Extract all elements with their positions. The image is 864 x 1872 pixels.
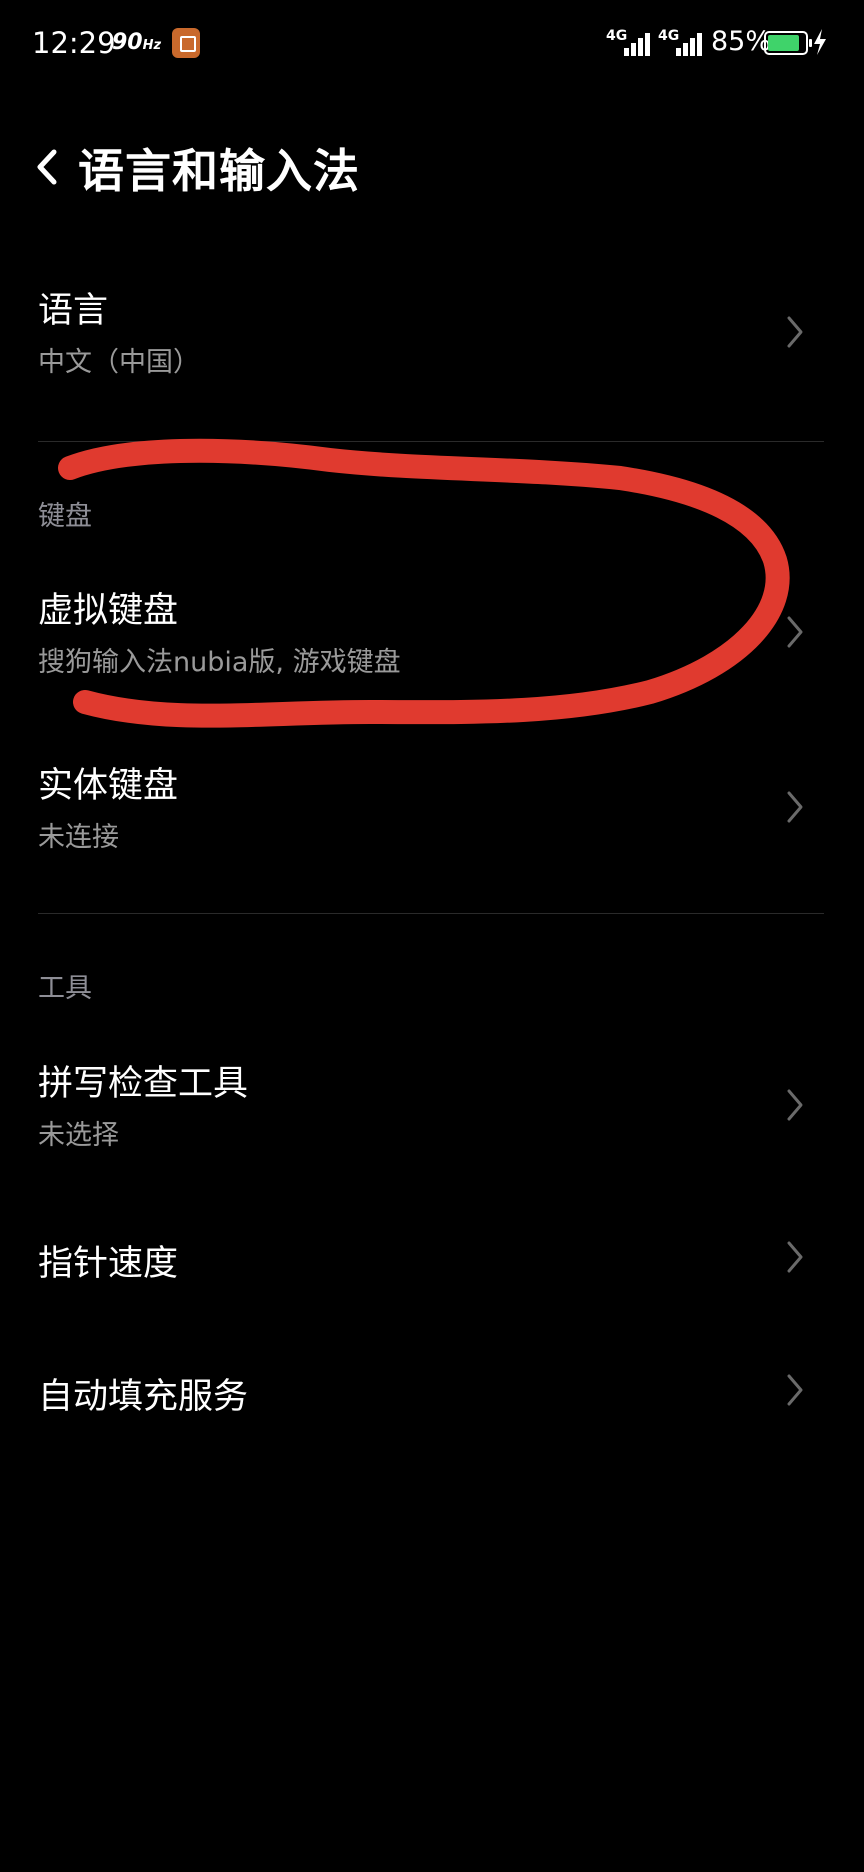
- status-bar: 12:29 90Hz 4G 4G 85%: [0, 0, 864, 90]
- language-title: 语言: [38, 291, 109, 331]
- section-label-keyboard: 键盘: [38, 501, 92, 532]
- virtual-keyboard-item[interactable]: 虚拟键盘 搜狗输入法nubia版, 游戏键盘: [0, 570, 864, 700]
- back-arrow-icon[interactable]: [30, 142, 70, 192]
- battery-percent: 85%: [711, 26, 772, 57]
- gallery-notification-icon: [172, 28, 200, 58]
- chevron-right-icon: [787, 791, 803, 823]
- virtual-keyboard-title: 虚拟键盘: [38, 591, 179, 631]
- divider: [38, 441, 824, 442]
- divider: [38, 913, 824, 914]
- chevron-right-icon: [787, 1241, 803, 1273]
- charging-bolt-icon: [814, 29, 826, 55]
- virtual-keyboard-subtitle: 搜狗输入法nubia版, 游戏键盘: [38, 647, 401, 678]
- spell-checker-title: 拼写检查工具: [38, 1064, 249, 1104]
- autofill-title: 自动填充服务: [38, 1377, 249, 1417]
- chevron-right-icon: [787, 1089, 803, 1121]
- chevron-right-icon: [787, 616, 803, 648]
- autofill-item[interactable]: 自动填充服务: [0, 1348, 864, 1448]
- chevron-right-icon: [787, 316, 803, 348]
- section-label-tools: 工具: [38, 973, 92, 1004]
- spell-checker-subtitle: 未选择: [38, 1120, 119, 1151]
- spell-checker-item[interactable]: 拼写检查工具 未选择: [0, 1043, 864, 1173]
- language-subtitle: 中文（中国）: [38, 347, 200, 378]
- physical-keyboard-subtitle: 未连接: [38, 822, 119, 853]
- chevron-right-icon: [787, 1374, 803, 1406]
- pointer-speed-item[interactable]: 指针速度: [0, 1215, 864, 1315]
- pointer-speed-title: 指针速度: [38, 1244, 179, 1284]
- physical-keyboard-item[interactable]: 实体键盘 未连接: [0, 745, 864, 875]
- status-time: 12:29: [32, 26, 116, 60]
- refresh-rate: 90Hz: [112, 30, 162, 55]
- sim2-signal-icon: 4G: [658, 28, 706, 60]
- language-item[interactable]: 语言 中文（中国）: [0, 270, 864, 400]
- page-title: 语言和输入法: [78, 144, 360, 198]
- battery-icon: [764, 31, 812, 55]
- sim1-signal-icon: 4G: [606, 28, 654, 60]
- physical-keyboard-title: 实体键盘: [38, 766, 179, 806]
